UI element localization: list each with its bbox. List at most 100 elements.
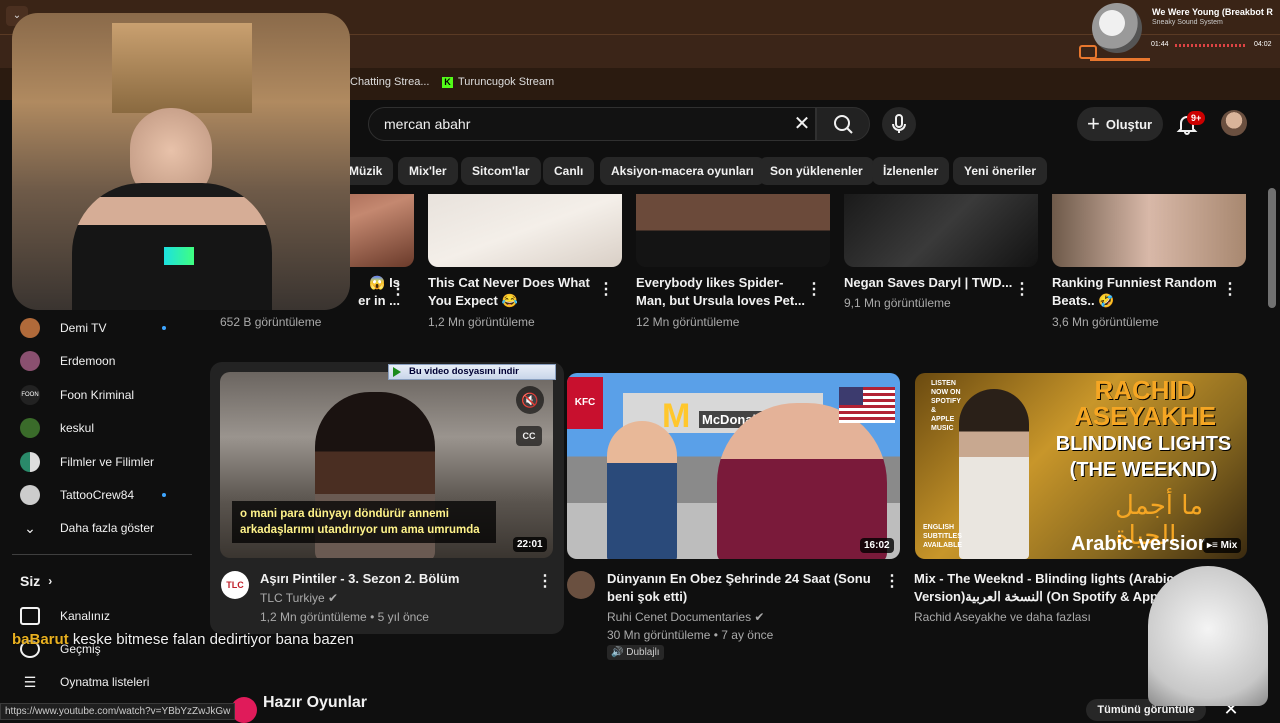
section-label: Siz [20, 573, 41, 589]
chip-son-yuklenenler[interactable]: Son yüklenenler [759, 157, 874, 185]
avatar [20, 452, 40, 472]
more-actions-icon[interactable]: ⋮ [806, 280, 822, 300]
sidebar-item-label: Demi TV [60, 321, 107, 335]
video-title[interactable]: Negan Saves Daryl | TWD... [844, 274, 1014, 292]
bookmark-chatting-stream[interactable]: Chatting Strea... [350, 76, 430, 88]
us-flag [839, 387, 895, 423]
bookmark-label: Chatting Strea... [350, 76, 430, 88]
channel-avatar[interactable] [567, 571, 595, 599]
more-actions-icon[interactable]: ⋮ [1014, 280, 1030, 300]
chip-sitcomlar[interactable]: Sitcom'lar [461, 157, 541, 185]
chevron-down-icon: ⌄ [24, 519, 36, 536]
kick-icon: K [442, 76, 453, 88]
sidebar-item-label: Foon Kriminal [60, 388, 135, 402]
mute-icon[interactable]: 🔇 [516, 386, 544, 414]
video-meta: 30 Mn görüntüleme • 7 ay önce [607, 628, 774, 642]
chip-yeni-oneriler[interactable]: Yeni öneriler [953, 157, 1048, 185]
sidebar-item-demi-tv[interactable]: Demi TV [20, 316, 106, 340]
avatar [20, 318, 40, 338]
chevron-right-icon: › [48, 574, 53, 588]
video-title[interactable]: Everybody likes Spider- Man, but Ursula l… [636, 274, 806, 310]
video-meta: 12 Mn görüntüleme [636, 315, 740, 329]
video-title[interactable]: Aşırı Pintiler - 3. Sezon 2. Bölüm [260, 570, 530, 588]
video-title[interactable]: Ranking Funniest Random Beats.. 🤣 [1052, 274, 1222, 310]
channel-name[interactable]: Ruhi Cenet Documentaries ✔ [607, 608, 764, 626]
cast-icon[interactable] [1079, 45, 1097, 59]
microphone-icon [892, 114, 906, 133]
sidebar-item-foon-kriminal[interactable]: FOON Foon Kriminal [20, 383, 134, 407]
show-more-button[interactable]: ⌄ Daha fazla göster [20, 516, 154, 540]
search-icon [834, 115, 853, 134]
sidebar-item-filmler[interactable]: Filmler ve Filimler [20, 450, 154, 474]
captions-icon[interactable]: CC [516, 426, 542, 446]
search-input-value[interactable]: mercan abahr [384, 116, 470, 132]
verified-icon: ✔ [328, 591, 339, 605]
sidebar-item-tattoocrew84[interactable]: TattooCrew84 [20, 483, 134, 507]
video-thumbnail[interactable] [636, 194, 830, 267]
scrollbar[interactable] [1268, 188, 1276, 308]
subtitles-note: ENGLISH SUBTITLES AVAILABLE [923, 524, 963, 549]
video-meta: 9,1 Mn görüntüleme [844, 296, 951, 310]
channel-name[interactable]: TLC Turkiye ✔ [260, 589, 338, 607]
voice-search-button[interactable] [882, 107, 916, 141]
webcam-overlay [12, 13, 350, 310]
thumb-subheadline: BLINDING LIGHTS (THE WEEKND) [1055, 433, 1232, 481]
download-video-button[interactable]: Bu video dosyasını indir [388, 364, 556, 380]
video-title[interactable]: This Cat Never Does What You Expect 😂 [428, 274, 598, 310]
notification-count-badge: 9+ [1187, 111, 1206, 125]
audio-icon: 🔊 [611, 647, 624, 658]
bookmark-turuncugok-stream[interactable]: K Turuncugok Stream [442, 76, 554, 88]
more-actions-icon[interactable]: ⋮ [1222, 280, 1238, 300]
sidebar-item-label: Erdemoon [60, 354, 116, 368]
sidebar-divider [12, 554, 192, 555]
sidebar-item-erdemoon[interactable]: Erdemoon [20, 349, 115, 373]
video-meta: 652 B görüntüleme [220, 315, 322, 329]
chip-aksiyon-macera[interactable]: Aksiyon-macera oyunları [600, 157, 765, 185]
media-elapsed: 01:44 [1151, 41, 1169, 48]
channel-name[interactable]: Rachid Aseyakhe ve daha fazlası [914, 608, 1091, 626]
chip-izlenenler[interactable]: İzlenenler [872, 157, 950, 185]
clear-search-icon[interactable]: ✕ [792, 114, 812, 134]
live-indicator [162, 326, 166, 330]
create-button[interactable]: + Oluştur [1077, 107, 1163, 141]
sidebar-item-playlists[interactable]: ☰ Oynatma listeleri [20, 670, 150, 694]
search-button[interactable] [816, 107, 870, 141]
media-accent-line [1090, 58, 1150, 61]
more-actions-icon[interactable]: ⋮ [537, 572, 553, 592]
sidebar-item-your-channel[interactable]: Kanalınız [20, 604, 110, 628]
video-title[interactable]: Dünyanın En Obez Şehrinde 24 Saat (Sonu b… [607, 570, 877, 606]
chip-mixler[interactable]: Mix'ler [398, 157, 458, 185]
bookmark-label: Turuncugok Stream [458, 76, 555, 88]
live-indicator [162, 493, 166, 497]
video-meta: 1,2 Mn görüntüleme [428, 315, 535, 329]
media-title: We Were Young (Breakbot R [1152, 7, 1273, 17]
avatar: FOON [20, 385, 40, 405]
rgb-light [164, 247, 194, 265]
video-thumbnail[interactable] [428, 194, 622, 267]
video-thumbnail[interactable]: M McDonald's KFC [567, 373, 900, 559]
media-progress-bar[interactable] [1175, 44, 1247, 47]
status-url-tooltip: https://www.youtube.com/watch?v=YBbYzZwJ… [0, 703, 236, 720]
avatar [20, 485, 40, 505]
sidebar-section-you[interactable]: Siz › [20, 569, 52, 593]
video-meta: 1,2 Mn görüntüleme • 5 yıl önce [260, 610, 429, 624]
sidebar-item-label: Oynatma listeleri [60, 675, 150, 689]
channel-avatar[interactable]: TLC [221, 571, 249, 599]
duration-badge: 22:01 [513, 537, 547, 552]
video-thumbnail[interactable]: LISTEN NOW ON SPOTIFY & APPLE MUSIC RACH… [915, 373, 1247, 559]
more-actions-icon[interactable]: ⋮ [390, 280, 406, 300]
person-figure [717, 403, 887, 559]
album-art [1092, 3, 1142, 53]
account-avatar[interactable] [1221, 110, 1247, 136]
chip-canli[interactable]: Canlı [543, 157, 595, 185]
person-figure [607, 421, 677, 559]
more-actions-icon[interactable]: ⋮ [884, 572, 900, 592]
chat-message: baBarut keske bitmese falan dedirtiyor b… [12, 631, 354, 648]
video-thumbnail[interactable] [844, 194, 1038, 267]
avatar [20, 351, 40, 371]
video-thumbnail[interactable] [1052, 194, 1246, 267]
more-actions-icon[interactable]: ⋮ [598, 280, 614, 300]
sidebar-item-keskul[interactable]: keskul [20, 416, 94, 440]
duration-badge: 16:02 [860, 538, 894, 553]
thumb-headline: RACHID ASEYAKHE [1073, 375, 1217, 431]
